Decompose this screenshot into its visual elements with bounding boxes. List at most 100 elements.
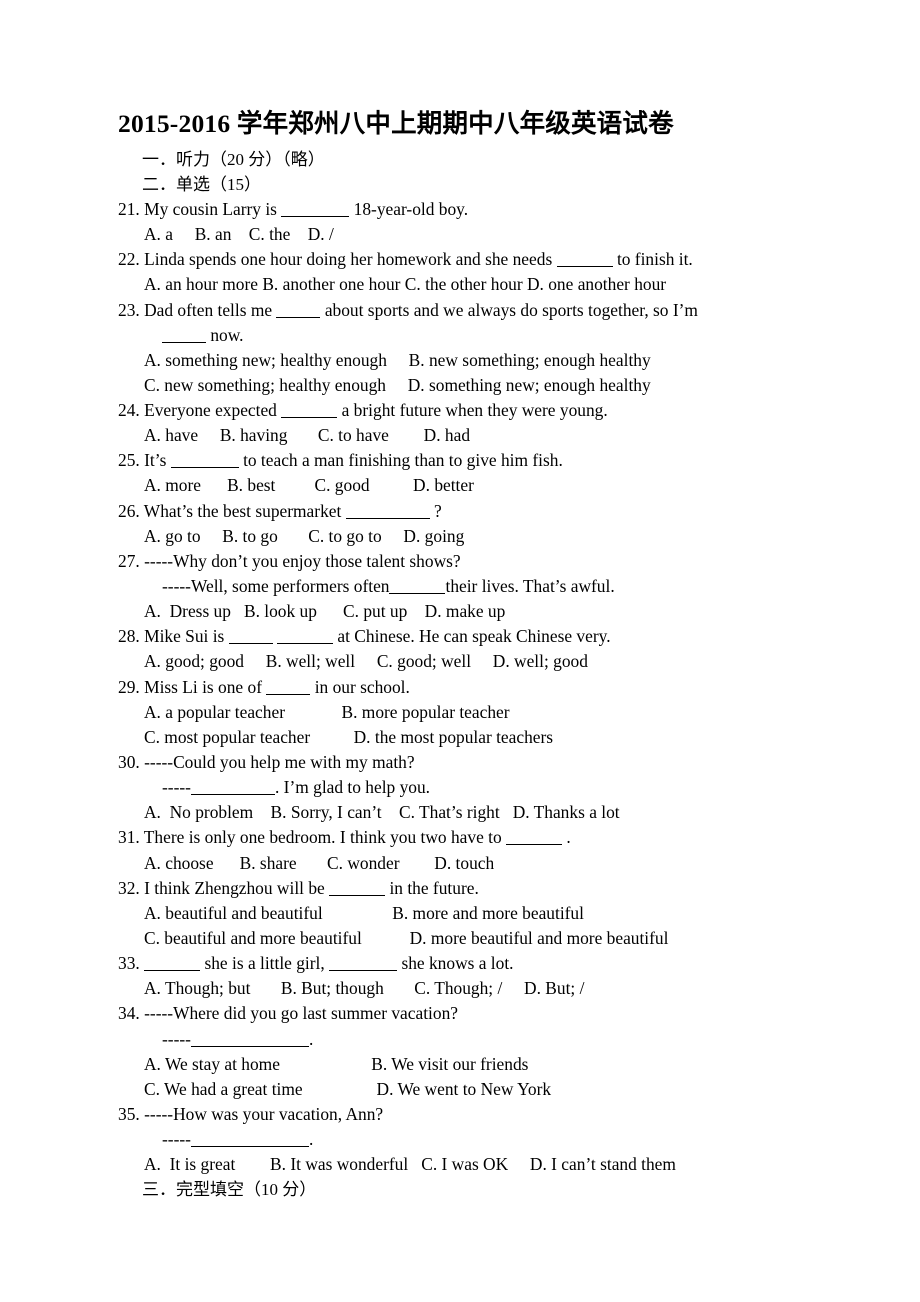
question-text: -----How was your vacation, Ann? xyxy=(144,1104,384,1124)
question-options[interactable]: A. It is great B. It was wonderful C. I … xyxy=(118,1152,880,1177)
question-number: 28. xyxy=(118,626,140,647)
answer-blank xyxy=(144,957,201,972)
question-stem: 24. Everyone expected a bright future wh… xyxy=(118,398,880,423)
section-heading-listening: 一．听力（20 分）（略） xyxy=(142,149,325,169)
question-text: -----Why don’t you enjoy those talent sh… xyxy=(144,550,461,571)
answer-blank xyxy=(162,329,206,343)
question-options[interactable]: A. good; good B. well; well C. good; wel… xyxy=(118,649,880,674)
answer-blank xyxy=(190,1033,309,1047)
question-dialogue-line: -----Well, some performers often their li… xyxy=(118,574,880,599)
question-number: 21. xyxy=(118,198,140,219)
question-text: Miss Li is one of xyxy=(144,676,262,697)
page-title: 2015-2016 学年郑州八中上期期中八年级英语试卷 xyxy=(118,109,674,138)
question-number: 24. xyxy=(118,400,140,421)
answer-blank xyxy=(506,831,563,846)
question-number: 35. xyxy=(118,1104,140,1124)
answer-blank xyxy=(556,253,613,268)
question-options[interactable]: A. Dress up B. look up C. put up D. make… xyxy=(118,599,880,624)
question-number: 23. xyxy=(118,299,140,320)
question-text: -----Well, some performers often xyxy=(162,576,390,597)
question-number: 33. xyxy=(118,953,140,974)
question-text: ----- xyxy=(162,777,191,798)
question-options[interactable]: C. beautiful and more beautiful D. more … xyxy=(118,926,880,951)
question-text: . xyxy=(606,626,611,647)
answer-blank xyxy=(389,580,446,595)
question-stem: 34. -----Where did you go last summer va… xyxy=(118,1001,880,1026)
question-number: 22. xyxy=(118,249,140,270)
question-text: ----- xyxy=(162,1129,191,1150)
question-options[interactable]: A. an hour more B. another one hour C. t… xyxy=(118,272,880,297)
question-options[interactable]: A. something new; healthy enough B. new … xyxy=(118,348,880,373)
answer-blank xyxy=(281,203,350,217)
question-stem: 30. -----Could you help me with my math? xyxy=(118,750,880,775)
question-options[interactable]: A. more B. best C. good D. better xyxy=(118,473,880,498)
question-stem: 21. My cousin Larry is 18-year-old boy. xyxy=(118,197,880,222)
question-options[interactable]: A. go to B. to go C. to go to D. going xyxy=(118,524,880,549)
question-list: 21. My cousin Larry is 18-year-old boy. A… xyxy=(118,197,880,1177)
question-options[interactable]: A. Though; but B. But; though C. Though;… xyxy=(118,976,880,1001)
question-dialogue-line: -----. xyxy=(118,1127,880,1152)
question-stem: 26. What’s the best supermarket ? xyxy=(118,499,880,524)
question-item: 35. -----How was your vacation, Ann? ----… xyxy=(118,1102,880,1177)
answer-blank xyxy=(170,454,239,469)
question-number: 29. xyxy=(118,676,140,697)
question-item: 25. It’s to teach a man finishing than t… xyxy=(118,448,880,498)
question-text: about sports and we always do sports tog… xyxy=(324,299,698,320)
question-text: -----Where did you go last summer vacati… xyxy=(144,1003,458,1024)
question-options[interactable]: A. choose B. share C. wonder D. touch xyxy=(118,851,880,876)
question-options[interactable]: A. a popular teacher B. more popular tea… xyxy=(118,700,880,725)
question-text: she is a little girl, xyxy=(204,953,325,974)
question-item: 29. Miss Li is one of in our school. A. a… xyxy=(118,675,880,750)
question-number: 27. xyxy=(118,550,140,571)
question-options[interactable]: A. We stay at home B. We visit our frien… xyxy=(118,1052,880,1077)
question-item: 34. -----Where did you go last summer va… xyxy=(118,1001,880,1102)
question-item: 32. I think Zhengzhou will be in the fut… xyxy=(118,876,880,951)
question-options[interactable]: C. We had a great time D. We went to New… xyxy=(118,1077,880,1102)
question-number: 31. xyxy=(118,827,140,848)
question-number: 26. xyxy=(118,500,140,521)
answer-blank xyxy=(329,882,386,896)
answer-blank xyxy=(345,505,430,519)
answer-blank xyxy=(276,304,321,318)
question-item: 30. -----Could you help me with my math?… xyxy=(118,750,880,825)
question-item: 23. Dad often tells me about sports and … xyxy=(118,298,880,399)
question-stem: 31. There is only one bedroom. I think y… xyxy=(118,825,880,850)
question-options[interactable]: C. most popular teacher D. the most popu… xyxy=(118,725,880,750)
answer-blank xyxy=(281,404,338,419)
question-stem: 29. Miss Li is one of in our school. xyxy=(118,675,880,700)
question-text: There is only one bedroom. I think you t… xyxy=(143,827,502,848)
question-number: 25. xyxy=(118,450,140,471)
question-text: ----- xyxy=(162,1028,191,1049)
question-item: 27. -----Why don’t you enjoy those talen… xyxy=(118,549,880,624)
question-text: Linda spends one hour doing her homework… xyxy=(144,249,553,270)
question-options[interactable]: A. No problem B. Sorry, I can’t C. That’… xyxy=(118,800,880,825)
question-text: ? xyxy=(434,500,442,521)
question-stem: 27. -----Why don’t you enjoy those talen… xyxy=(118,549,880,574)
question-text: Everyone expected xyxy=(144,400,277,421)
question-options[interactable]: C. new something; healthy enough D. some… xyxy=(118,373,880,398)
question-options[interactable]: A. a B. an C. the D. / xyxy=(118,222,880,247)
question-options[interactable]: A. have B. having C. to have D. had xyxy=(118,423,880,448)
question-item: 24. Everyone expected a bright future wh… xyxy=(118,398,880,448)
question-options[interactable]: A. beautiful and beautiful B. more and m… xyxy=(118,901,880,926)
question-stem: 28. Mike Sui is at Chinese. He can speak… xyxy=(118,624,880,649)
question-text: in the future. xyxy=(389,877,479,898)
question-stem-continuation: now. xyxy=(118,323,880,348)
question-stem: 25. It’s to teach a man finishing than t… xyxy=(118,448,880,473)
question-text: I think Zhengzhou will be xyxy=(144,877,325,898)
answer-blank xyxy=(266,681,311,695)
question-text: . xyxy=(308,1129,314,1150)
question-item: 28. Mike Sui is at Chinese. He can speak… xyxy=(118,624,880,674)
question-text: in our school. xyxy=(314,676,410,697)
question-number: 34. xyxy=(118,1003,140,1024)
exam-paper-page: 2015-2016 学年郑州八中上期期中八年级英语试卷 一．听力（20 分）（略… xyxy=(0,0,920,1302)
section-heading-multiple-choice: 二．单选（15） xyxy=(142,174,261,194)
question-text: . xyxy=(566,827,571,848)
question-text: My cousin Larry is xyxy=(144,198,277,219)
question-text: to finish it. xyxy=(616,249,693,270)
question-text: Mike Sui is xyxy=(144,626,225,647)
answer-blank xyxy=(190,1133,309,1148)
question-stem: 35. -----How was your vacation, Ann? xyxy=(118,1102,880,1127)
question-item: 26. What’s the best supermarket ? A. go t… xyxy=(118,499,880,549)
question-dialogue-line: -----. xyxy=(118,1027,880,1052)
